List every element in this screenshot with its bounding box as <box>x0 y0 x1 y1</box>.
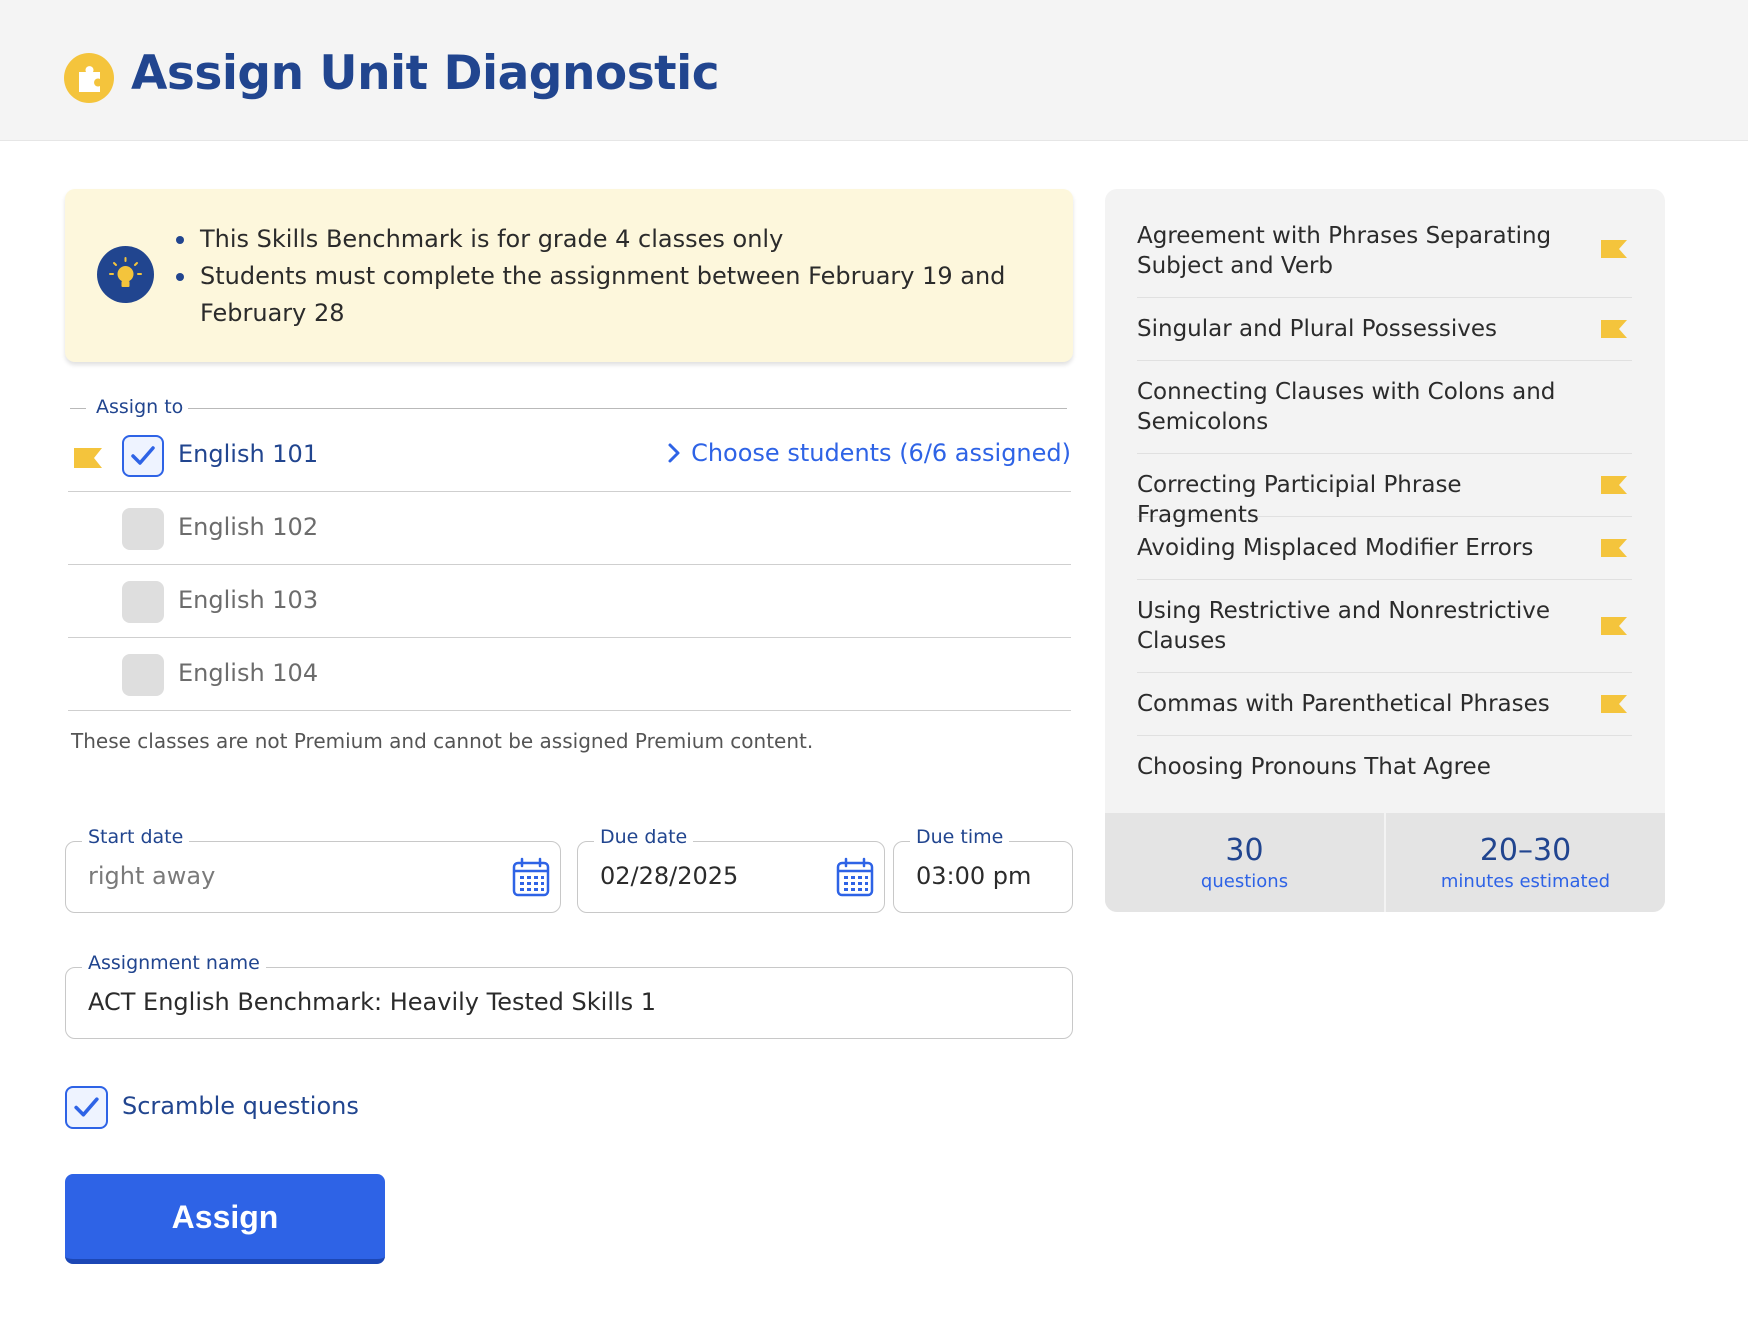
question-count-label: questions <box>1200 871 1289 892</box>
due-date-field[interactable]: Due date 02/28/2025 <box>577 826 885 913</box>
skill-label: Singular and Plural Possessives <box>1137 316 1498 342</box>
assignment-name-value: ACT English Benchmark: Heavily Tested Sk… <box>88 988 657 1016</box>
class-row: English 103 <box>68 566 1071 638</box>
choose-students-link[interactable]: Choose students (6/6 assigned) <box>667 439 1071 467</box>
flag-icon <box>1601 320 1627 342</box>
skill-item: Using Restrictive and Nonrestrictive Cla… <box>1137 580 1632 673</box>
calendar-icon[interactable] <box>512 857 550 901</box>
page-title: Assign Unit Diagnostic <box>131 46 720 101</box>
skills-panel: Agreement with Phrases Separating Subjec… <box>1105 189 1665 912</box>
skill-item: Agreement with Phrases Separating Subjec… <box>1137 221 1632 298</box>
skill-item: Commas with Parenthetical Phrases <box>1137 673 1632 736</box>
skill-item: Correcting Participial Phrase Fragments <box>1137 454 1632 528</box>
question-count-value: 30 <box>1225 833 1264 868</box>
flag-icon <box>1601 240 1627 262</box>
due-date-label: Due date <box>594 826 694 848</box>
due-date-value: 02/28/2025 <box>600 862 739 890</box>
class-name: English 103 <box>178 586 319 614</box>
due-time-label: Due time <box>910 826 1010 848</box>
skill-label: Agreement with Phrases Separating Subjec… <box>1137 223 1552 279</box>
class-checkbox[interactable] <box>122 654 164 696</box>
flag-icon <box>1601 695 1627 717</box>
class-checkbox[interactable] <box>122 508 164 550</box>
chevron-right-icon <box>668 443 680 463</box>
assignment-name-field[interactable]: Assignment name ACT English Benchmark: H… <box>65 952 1073 1039</box>
skill-label: Avoiding Misplaced Modifier Errors <box>1137 535 1534 561</box>
due-time-field[interactable]: Due time 03:00 pm <box>893 826 1073 913</box>
flag-icon <box>1601 476 1627 498</box>
skill-label: Connecting Clauses with Colons and Semic… <box>1137 379 1556 435</box>
class-name: English 102 <box>178 513 319 541</box>
banner-list: This Skills Benchmark is for grade 4 cla… <box>176 221 1030 332</box>
page-header: Assign Unit Diagnostic <box>0 0 1748 141</box>
skill-item: Connecting Clauses with Colons and Semic… <box>1137 361 1632 454</box>
assign-button[interactable]: Assign <box>65 1174 385 1264</box>
banner-item: This Skills Benchmark is for grade 4 cla… <box>176 221 1030 258</box>
skill-item: Avoiding Misplaced Modifier Errors <box>1137 517 1632 580</box>
premium-note: These classes are not Premium and cannot… <box>71 729 814 753</box>
class-checkbox[interactable] <box>122 435 164 477</box>
assign-to-legend: Assign to <box>96 396 184 418</box>
banner-item: Students must complete the assignment be… <box>176 258 1030 332</box>
start-date-value: right away <box>88 862 216 890</box>
flag-icon <box>74 448 102 472</box>
assignment-name-label: Assignment name <box>82 952 266 974</box>
time-estimate: 20–30 minutes estimated <box>1386 813 1665 912</box>
class-row: English 102 <box>68 493 1071 565</box>
puzzle-icon <box>64 53 114 103</box>
question-count: 30 questions <box>1105 813 1384 912</box>
class-row: English 101 Choose students (6/6 assigne… <box>68 420 1071 492</box>
flag-icon <box>1601 539 1627 561</box>
choose-students-label: Choose students (6/6 assigned) <box>691 439 1071 467</box>
class-name: English 104 <box>178 659 319 687</box>
scramble-checkbox[interactable] <box>65 1086 108 1129</box>
fieldset-border <box>70 408 86 409</box>
due-time-value: 03:00 pm <box>916 862 1032 890</box>
skill-label: Using Restrictive and Nonrestrictive Cla… <box>1137 598 1550 654</box>
lightbulb-icon <box>97 246 154 303</box>
skill-item: Singular and Plural Possessives <box>1137 298 1632 361</box>
time-estimate-value: 20–30 <box>1479 833 1572 868</box>
class-row: English 104 <box>68 639 1071 711</box>
scramble-label[interactable]: Scramble questions <box>122 1092 359 1120</box>
start-date-field[interactable]: Start date right away <box>65 826 561 913</box>
skill-item: Choosing Pronouns That Agree <box>1137 736 1632 799</box>
start-date-label: Start date <box>82 826 190 848</box>
assessment-stats: 30 questions 20–30 minutes estimated <box>1105 813 1665 912</box>
skill-label: Choosing Pronouns That Agree <box>1137 754 1491 780</box>
calendar-icon[interactable] <box>836 857 874 901</box>
skill-label: Commas with Parenthetical Phrases <box>1137 691 1550 717</box>
class-checkbox[interactable] <box>122 581 164 623</box>
class-name: English 101 <box>178 440 319 468</box>
flag-icon <box>1601 617 1627 639</box>
info-banner: This Skills Benchmark is for grade 4 cla… <box>65 189 1073 362</box>
fieldset-border <box>188 408 1067 409</box>
time-estimate-label: minutes estimated <box>1440 871 1611 892</box>
